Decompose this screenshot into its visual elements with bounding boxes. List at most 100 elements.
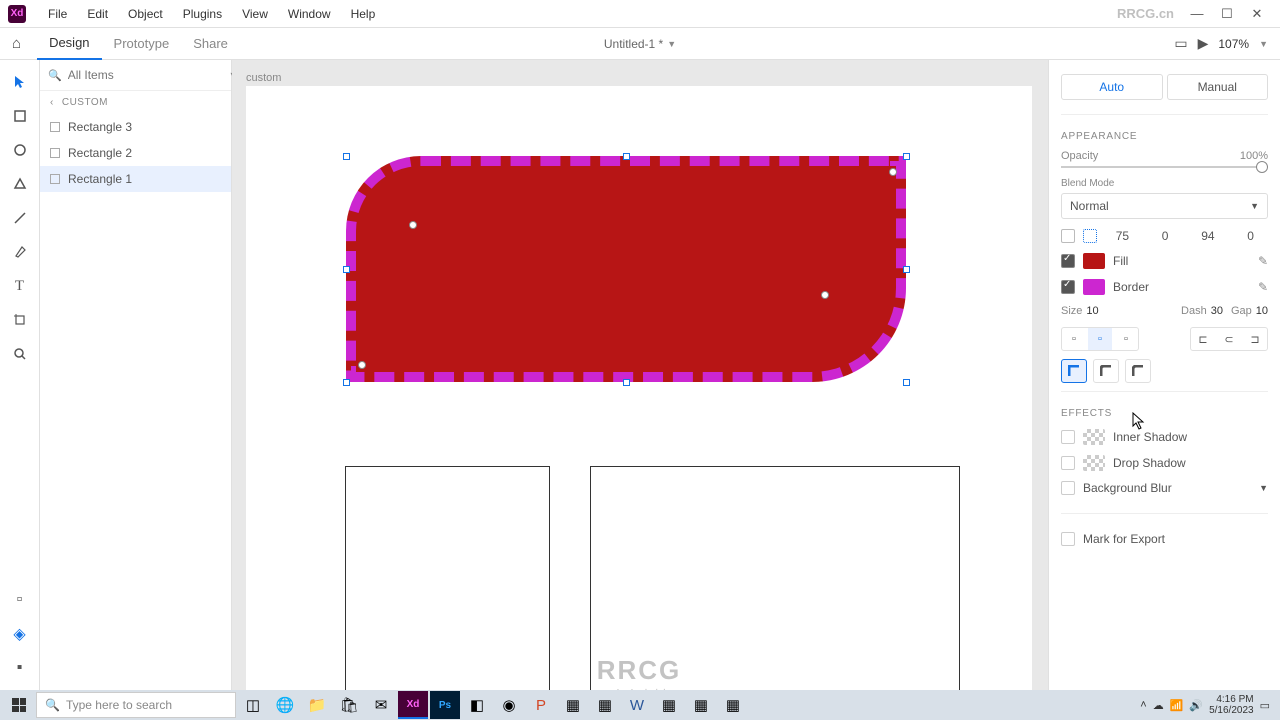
task-app-icon[interactable]: ▦ <box>718 691 748 719</box>
tray-wifi-icon[interactable]: 📶 <box>1170 699 1184 712</box>
cap-round-button[interactable]: ⊂ <box>1217 328 1241 350</box>
corner-radius-handle[interactable] <box>821 291 829 299</box>
task-app-icon[interactable]: ▦ <box>590 691 620 719</box>
bg-blur-checkbox[interactable] <box>1061 481 1075 495</box>
border-dash-input[interactable]: 30 <box>1211 305 1223 317</box>
menu-edit[interactable]: Edit <box>77 7 118 21</box>
home-icon[interactable]: ⌂ <box>12 35 21 52</box>
selection-handle[interactable] <box>903 266 910 273</box>
store-icon[interactable]: 🛍 <box>334 691 364 719</box>
stroke-outer-button[interactable]: ▫ <box>1114 328 1138 350</box>
device-preview-icon[interactable]: ▭ <box>1174 35 1187 52</box>
task-view-icon[interactable]: ◫ <box>238 691 268 719</box>
border-color-swatch[interactable] <box>1083 279 1105 295</box>
task-app-icon[interactable]: ▦ <box>654 691 684 719</box>
join-miter-button[interactable] <box>1061 359 1087 383</box>
polygon-tool[interactable] <box>8 172 32 196</box>
rectangle-tool[interactable] <box>8 104 32 128</box>
vscode-icon[interactable]: ◧ <box>462 691 492 719</box>
close-button[interactable]: ✕ <box>1242 0 1272 28</box>
layer-item[interactable]: Rectangle 2 <box>40 140 231 166</box>
tray-chevron-icon[interactable]: ˄ <box>1140 699 1146 711</box>
blend-mode-dropdown[interactable]: Normal ▼ <box>1061 193 1268 219</box>
maximize-button[interactable]: ☐ <box>1212 0 1242 28</box>
taskbar-search[interactable]: 🔍 Type here to search <box>36 692 236 718</box>
artboard-label[interactable]: custom <box>246 72 281 84</box>
pen-tool[interactable] <box>8 240 32 264</box>
chevron-down-icon[interactable]: ▼ <box>1259 483 1268 493</box>
mail-icon[interactable]: ✉ <box>366 691 396 719</box>
play-icon[interactable]: ▶ <box>1198 35 1209 52</box>
resize-auto-button[interactable]: Auto <box>1061 74 1163 100</box>
corner-tr-input[interactable]: 0 <box>1148 229 1183 243</box>
back-icon[interactable]: ‹ <box>50 97 54 108</box>
layers-search-input[interactable] <box>68 68 223 82</box>
corners-same-toggle[interactable] <box>1061 229 1075 243</box>
corner-radius-handle[interactable] <box>409 221 417 229</box>
menu-help[interactable]: Help <box>341 7 386 21</box>
libraries-icon[interactable]: ▫ <box>8 588 32 612</box>
document-chevron-icon[interactable]: ▼ <box>667 39 676 49</box>
artboard[interactable]: RRCG 人人素材 <box>246 86 1032 690</box>
corner-tl-input[interactable]: 75 <box>1105 229 1140 243</box>
mark-export-checkbox[interactable] <box>1061 532 1075 546</box>
tab-design[interactable]: Design <box>37 28 101 60</box>
tray-sound-icon[interactable]: 🔊 <box>1189 699 1203 712</box>
drop-shadow-swatch[interactable] <box>1083 455 1105 471</box>
drop-shadow-checkbox[interactable] <box>1061 456 1075 470</box>
menu-plugins[interactable]: Plugins <box>173 7 232 21</box>
plugins-icon[interactable]: ▪ <box>8 656 32 680</box>
corners-independent-toggle[interactable] <box>1083 229 1097 243</box>
menu-object[interactable]: Object <box>118 7 173 21</box>
chrome-icon[interactable]: ◉ <box>494 691 524 719</box>
zoom-chevron-icon[interactable]: ▼ <box>1259 39 1268 49</box>
artboard-tool[interactable] <box>8 308 32 332</box>
edge-icon[interactable]: 🌐 <box>270 691 300 719</box>
menu-window[interactable]: Window <box>278 7 341 21</box>
stroke-inner-button[interactable]: ▫ <box>1062 328 1086 350</box>
powerpoint-icon[interactable]: P <box>526 691 556 719</box>
word-icon[interactable]: W <box>622 691 652 719</box>
rectangle-1-shape[interactable] <box>346 156 906 382</box>
corner-bl-input[interactable]: 0 <box>1233 229 1268 243</box>
zoom-tool[interactable] <box>8 342 32 366</box>
xd-icon[interactable]: Xd <box>398 691 428 719</box>
tab-prototype[interactable]: Prototype <box>102 28 182 60</box>
tray-cloud-icon[interactable]: ☁ <box>1153 699 1164 712</box>
rectangle-2-shape[interactable] <box>345 466 550 690</box>
canvas[interactable]: custom RRCG 人人素材 <box>232 60 1048 690</box>
tray-clock[interactable]: 4:16 PM 5/16/2023 <box>1209 694 1254 716</box>
corner-radius-handle[interactable] <box>358 361 366 369</box>
resize-manual-button[interactable]: Manual <box>1167 74 1269 100</box>
selection-handle[interactable] <box>903 153 910 160</box>
tab-share[interactable]: Share <box>181 28 240 60</box>
eyedropper-icon[interactable]: ✎ <box>1258 280 1268 294</box>
opacity-value[interactable]: 100% <box>1240 150 1268 162</box>
inner-shadow-swatch[interactable] <box>1083 429 1105 445</box>
line-tool[interactable] <box>8 206 32 230</box>
tray-notifications-icon[interactable]: ▭ <box>1260 699 1270 712</box>
inner-shadow-checkbox[interactable] <box>1061 430 1075 444</box>
layers-icon[interactable]: ◈ <box>8 622 32 646</box>
selection-handle[interactable] <box>343 266 350 273</box>
fill-checkbox[interactable] <box>1061 254 1075 268</box>
cap-projecting-button[interactable]: ⊐ <box>1243 328 1267 350</box>
slider-thumb[interactable] <box>1256 161 1268 173</box>
border-checkbox[interactable] <box>1061 280 1075 294</box>
corner-br-input[interactable]: 94 <box>1191 229 1226 243</box>
layer-item[interactable]: Rectangle 3 <box>40 114 231 140</box>
zoom-value[interactable]: 107% <box>1218 37 1249 51</box>
opacity-slider[interactable] <box>1061 166 1268 168</box>
join-round-button[interactable] <box>1093 359 1119 383</box>
selection-handle[interactable] <box>623 153 630 160</box>
ps-icon[interactable]: Ps <box>430 691 460 719</box>
text-tool[interactable]: T <box>8 274 32 298</box>
eyedropper-icon[interactable]: ✎ <box>1258 254 1268 268</box>
selection-handle[interactable] <box>343 153 350 160</box>
minimize-button[interactable]: — <box>1182 0 1212 28</box>
selection-handle[interactable] <box>623 379 630 386</box>
layer-item[interactable]: Rectangle 1 <box>40 166 231 192</box>
stroke-center-button[interactable]: ▫ <box>1088 328 1112 350</box>
layers-category[interactable]: ‹ CUSTOM <box>40 91 231 114</box>
task-app-icon[interactable]: ▦ <box>558 691 588 719</box>
